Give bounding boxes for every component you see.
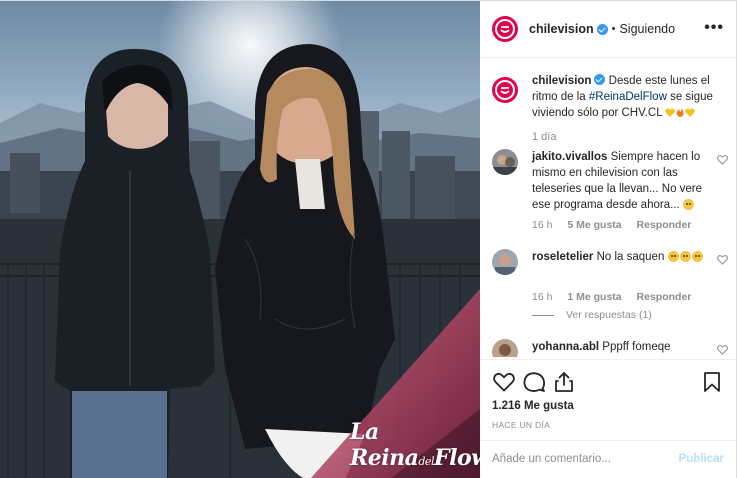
comment-likes[interactable]: 5 Me gusta — [567, 219, 621, 231]
show-logo: La ReinadelFlow — [350, 419, 480, 471]
chilevision-avatar[interactable] — [492, 16, 518, 42]
comment-time[interactable]: 16 h — [532, 219, 552, 231]
separator-dot: • — [611, 23, 616, 35]
sad-face-icon — [682, 199, 694, 210]
yellow-heart-icon — [685, 108, 696, 117]
post-actions: 1.216 Me gusta HACE UN DÍA Publicar — [480, 359, 736, 478]
reply-button[interactable]: Responder — [637, 219, 692, 231]
caption-text: chilevision Desde este lunes el ritmo de… — [532, 74, 713, 119]
comment-text: roseletelier No la saquen — [532, 249, 704, 265]
comment-username[interactable]: jakito.vivallos — [532, 151, 607, 163]
chilevision-logo-icon — [495, 80, 515, 100]
commenter-avatar[interactable] — [492, 339, 518, 357]
add-comment-section: Publicar — [480, 440, 736, 478]
caption-username[interactable]: chilevision — [532, 75, 591, 87]
person-left — [55, 48, 215, 478]
bookmark-icon[interactable] — [700, 370, 724, 394]
commenter-avatar[interactable] — [492, 149, 518, 175]
post-photo[interactable]: La ReinadelFlow — [0, 1, 480, 478]
sad-face-icon — [667, 251, 679, 262]
hashtag-link[interactable]: #ReinaDelFlow — [589, 91, 667, 103]
verified-badge-icon — [596, 23, 608, 35]
comment-meta: 16 h 1 Me gusta Responder — [532, 291, 703, 303]
comment-username[interactable]: roseletelier — [532, 251, 593, 263]
comments-list[interactable]: chilevision Desde este lunes el ritmo de… — [480, 59, 736, 357]
comment-username[interactable]: yohanna.abl — [532, 341, 599, 353]
comment-text: jakito.vivallos Siempre hacen lo mismo e… — [532, 151, 703, 211]
comment-time[interactable]: 16 h — [532, 291, 552, 303]
post-header: chilevision • Siguiendo ••• — [480, 1, 736, 58]
more-options-button[interactable]: ••• — [704, 20, 724, 36]
replies-line — [532, 314, 554, 316]
comment-like-icon[interactable] — [717, 345, 728, 355]
view-replies-button[interactable]: Ver respuestas (1) — [532, 309, 652, 321]
commenter-avatar[interactable] — [492, 249, 518, 275]
caption-avatar[interactable] — [492, 77, 518, 103]
reply-button[interactable]: Responder — [637, 291, 692, 303]
comment-icon[interactable] — [522, 370, 546, 394]
comment-meta: 16 h 5 Me gusta Responder — [532, 219, 703, 231]
post-timestamp[interactable]: HACE UN DÍA — [492, 420, 550, 430]
share-icon[interactable] — [552, 370, 576, 394]
fire-icon — [677, 108, 684, 117]
comment-input[interactable] — [492, 453, 672, 465]
yellow-heart-icon — [665, 108, 676, 117]
comment-text: yohanna.abl Pppff fomeqe — [532, 341, 671, 353]
sad-face-icon — [679, 251, 691, 262]
instagram-post-modal: La ReinadelFlow chilevision • Siguiendo … — [0, 0, 737, 478]
sad-face-icon — [691, 251, 703, 262]
publish-button[interactable]: Publicar — [679, 453, 724, 465]
likes-count[interactable]: 1.216 Me gusta — [492, 400, 574, 412]
comment-likes[interactable]: 1 Me gusta — [567, 291, 621, 303]
comment-like-icon[interactable] — [717, 255, 728, 265]
action-icons — [492, 370, 724, 394]
following-button[interactable]: Siguiendo — [619, 22, 675, 36]
comment-like-icon[interactable] — [717, 155, 728, 165]
verified-badge-icon — [594, 74, 606, 85]
heart-icon[interactable] — [492, 370, 516, 394]
caption-time[interactable]: 1 día — [532, 131, 556, 143]
chilevision-logo-icon — [495, 19, 515, 39]
post-sidebar: chilevision • Siguiendo ••• chilevision … — [480, 1, 736, 478]
header-username[interactable]: chilevision — [529, 22, 594, 36]
